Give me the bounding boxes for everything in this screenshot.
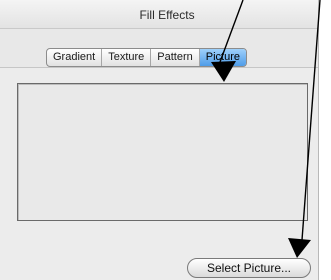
select-picture-button[interactable]: Select Picture... [187, 258, 311, 278]
title-bar: Fill Effects [0, 0, 318, 29]
window-title: Fill Effects [139, 8, 195, 22]
tab-texture[interactable]: Texture [102, 49, 152, 66]
tab-gradient[interactable]: Gradient [47, 49, 103, 66]
tab-pattern[interactable]: Pattern [151, 49, 200, 66]
tab-picture[interactable]: Picture [199, 49, 246, 66]
fill-effects-dialog: Fill Effects Gradient Texture Pattern Pi… [0, 0, 319, 280]
tab-group: Gradient Texture Pattern Picture [46, 48, 247, 67]
picture-preview-area [17, 83, 308, 221]
